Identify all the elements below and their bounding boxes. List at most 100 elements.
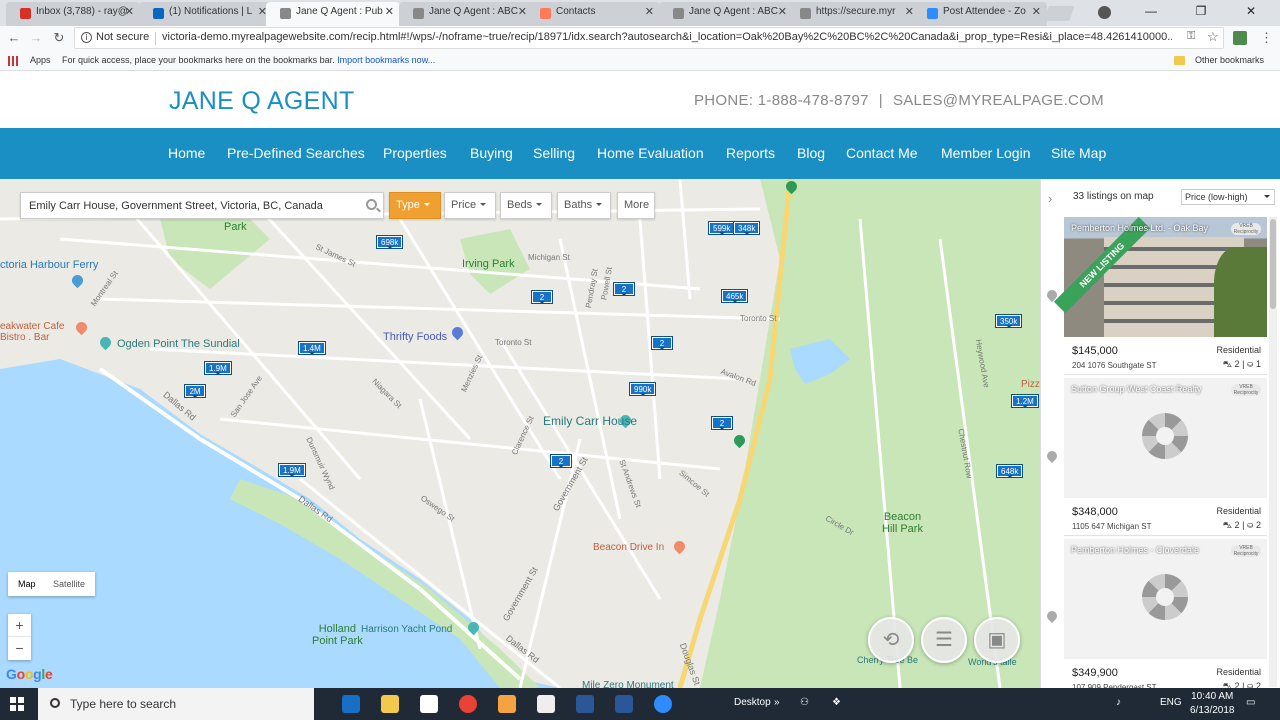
import-bookmarks-link[interactable]: Import bookmarks now...	[337, 55, 435, 65]
map-marker-icon[interactable]	[1044, 448, 1060, 464]
listing-pin[interactable]: 348k	[732, 221, 761, 235]
listing-pin[interactable]: 465k	[720, 289, 749, 303]
collapse-panel-icon[interactable]: ›	[1048, 191, 1052, 206]
listing-pin[interactable]: 2	[531, 290, 553, 304]
people-icon[interactable]: ⚇	[800, 697, 809, 708]
listing-pin[interactable]: 2M	[184, 384, 206, 398]
zoom-in-button[interactable]: +	[8, 614, 31, 637]
listing-pin[interactable]: 2	[550, 454, 572, 468]
nav-home-evaluation[interactable]: Home Evaluation	[597, 145, 704, 161]
listings-scrollbar[interactable]	[1269, 217, 1277, 687]
close-tab-icon[interactable]: ✕	[385, 2, 394, 22]
sort-select[interactable]: Price (low-high)	[1181, 189, 1275, 205]
store-app-icon[interactable]	[420, 695, 438, 713]
key-icon[interactable]: ⚿	[1187, 30, 1195, 43]
google-logo[interactable]: Google	[6, 666, 53, 682]
listing-pin[interactable]: 1.4M	[298, 341, 326, 355]
browser-tab[interactable]: Jane Q Agent : ABC ✕	[659, 2, 793, 26]
taskbar-search[interactable]: Type here to search	[38, 688, 314, 720]
bookmark-star-icon[interactable]: ☆	[1207, 29, 1219, 45]
forward-arrow-icon[interactable]: →	[27, 29, 45, 47]
windows-start-icon[interactable]	[10, 697, 24, 711]
map-canvas[interactable]: Park Irving Park ctoria Harbour Ferry ea…	[0, 179, 1040, 688]
browser-tab[interactable]: Contacts ✕	[526, 2, 660, 26]
file-explorer-app-icon[interactable]	[381, 695, 399, 713]
nav-properties[interactable]: Properties	[383, 145, 447, 161]
browser-tab[interactable]: (1) Notifications | L ✕	[139, 2, 273, 26]
language-indicator[interactable]: ENG	[1160, 697, 1182, 708]
filter-type-button[interactable]: Type	[389, 192, 441, 219]
nav-blog[interactable]: Blog	[797, 145, 825, 161]
nav-member-login[interactable]: Member Login	[941, 145, 1031, 161]
close-tab-icon[interactable]: ✕	[1032, 2, 1041, 22]
close-tab-icon[interactable]: ✕	[645, 2, 654, 22]
filter-price-button[interactable]: Price	[444, 192, 496, 219]
nav-reports[interactable]: Reports	[726, 145, 775, 161]
extension-icon[interactable]	[1233, 31, 1247, 45]
mail-app-icon[interactable]	[537, 695, 555, 713]
address-bar[interactable]: i Not secure victoria-demo.myrealpagewebs…	[74, 27, 1224, 49]
nav-selling[interactable]: Selling	[533, 145, 575, 161]
browser-tab[interactable]: https://secure.myr ✕	[786, 2, 920, 26]
reset-map-button[interactable]: ⟲	[868, 617, 914, 663]
url-text[interactable]: victoria-demo.myrealpagewebsite.com/reci…	[162, 31, 1172, 43]
listing-pin[interactable]: 1.2M	[1011, 394, 1039, 408]
notifications-icon[interactable]: ▭	[1246, 697, 1255, 708]
filter-more-button[interactable]: More	[617, 192, 655, 219]
restore-button[interactable]: ❐	[1178, 0, 1224, 24]
apps-grid-icon[interactable]	[8, 56, 18, 66]
listing-card[interactable]: Pemberton Holmes - Cloverdale VREB Recipr…	[1064, 539, 1267, 688]
location-search-input[interactable]	[21, 193, 351, 218]
map-type-map-button[interactable]: Map	[18, 579, 36, 589]
list-view-button[interactable]: ☰	[921, 617, 967, 663]
listing-pin[interactable]: 990k	[628, 382, 657, 396]
back-arrow-icon[interactable]: ←	[5, 29, 23, 47]
other-bookmarks[interactable]: Other bookmarks	[1195, 55, 1264, 65]
nav-contact-me[interactable]: Contact Me	[846, 145, 918, 161]
security-indicator[interactable]: i Not secure	[81, 31, 149, 43]
filter-baths-button[interactable]: Baths	[557, 192, 611, 219]
apps-bookmark[interactable]: Apps	[30, 55, 51, 65]
profile-icon[interactable]	[1098, 6, 1111, 19]
listing-pin[interactable]: 2	[613, 282, 635, 296]
volume-icon[interactable]: ♪	[1116, 697, 1121, 708]
nav-buying[interactable]: Buying	[470, 145, 513, 161]
new-tab-button[interactable]	[1043, 6, 1075, 21]
chrome-menu-icon[interactable]: ⋮	[1260, 30, 1273, 46]
save-search-button[interactable]: ▣	[974, 617, 1020, 663]
minimize-button[interactable]: —	[1128, 0, 1174, 24]
browser-tab[interactable]: Post Attendee - Zo ✕	[913, 2, 1047, 26]
listing-photo-placeholder[interactable]	[1064, 539, 1267, 659]
desktop-toolbar[interactable]: Desktop	[734, 697, 771, 708]
browser-tab[interactable]: Jane Q Agent : Pub ✕	[266, 2, 400, 26]
listing-photo-placeholder[interactable]	[1064, 378, 1267, 498]
site-brand[interactable]: JANE Q AGENT	[169, 87, 355, 116]
search-icon[interactable]	[366, 199, 377, 210]
remote-app-icon[interactable]	[576, 695, 594, 713]
close-tab-icon[interactable]: ✕	[125, 2, 134, 22]
listing-pin[interactable]: 1.9M	[204, 361, 232, 375]
nav-site-map[interactable]: Site Map	[1051, 145, 1106, 161]
reload-icon[interactable]: ↻	[50, 29, 68, 47]
nav-home[interactable]: Home	[168, 145, 205, 161]
nav-pre-defined-searches[interactable]: Pre-Defined Searches	[227, 145, 365, 161]
media-app-icon[interactable]	[498, 695, 516, 713]
phone-text[interactable]: PHONE: 1-888-478-8797	[694, 92, 869, 109]
dropbox-icon[interactable]: ❖	[832, 697, 841, 708]
listing-card[interactable]: NEW LISTING Pemberton Holmes Ltd. - Oak B…	[1053, 216, 1267, 375]
browser-tab[interactable]: Jane Q Agent : ABC ✕	[399, 2, 533, 26]
listing-photo[interactable]: NEW LISTING	[1053, 216, 1267, 337]
browser-tab[interactable]: Inbox (3,788) - ray@ ✕	[6, 2, 140, 26]
listing-pin[interactable]: 599k	[707, 221, 736, 235]
listing-pin[interactable]: 1.9M	[278, 463, 306, 477]
listing-card[interactable]: Sutton Group West Coast Realty VREB Recip…	[1064, 378, 1267, 536]
toolbar-expand-icon[interactable]: »	[774, 697, 780, 708]
map-marker-icon[interactable]	[1044, 608, 1060, 624]
email-link[interactable]: SALES@MYREALPAGE.COM	[893, 92, 1104, 109]
map-type-satellite-button[interactable]: Satellite	[53, 579, 85, 589]
listing-pin[interactable]: 2	[651, 336, 673, 350]
zoom-app-icon[interactable]	[654, 695, 672, 713]
listing-pin[interactable]: 350k	[994, 314, 1023, 328]
word-app-icon[interactable]	[615, 695, 633, 713]
close-window-button[interactable]: ✕	[1228, 0, 1274, 24]
